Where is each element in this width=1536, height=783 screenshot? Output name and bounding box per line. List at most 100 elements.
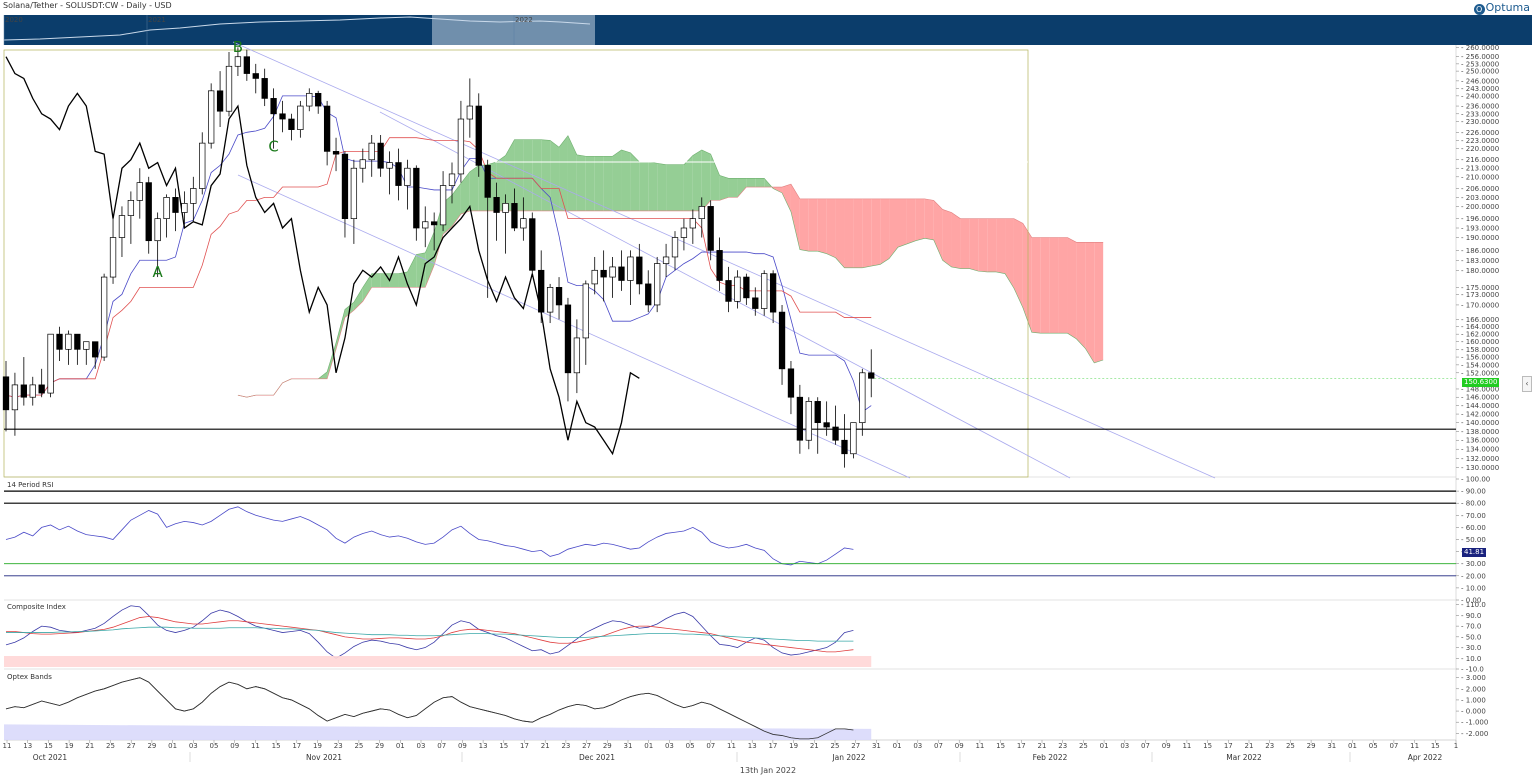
bearish-cloud-segment bbox=[1013, 218, 1023, 308]
x-axis-day-label: 07 bbox=[1141, 742, 1150, 750]
candle-body-down bbox=[279, 113, 286, 120]
x-axis-day-label: 25 bbox=[106, 742, 115, 750]
x-axis-day-label: 23 bbox=[334, 742, 343, 750]
x-axis-month-label: Dec 2021 bbox=[579, 753, 615, 762]
candle-body-down bbox=[216, 90, 224, 112]
bullish-cloud-segment bbox=[380, 273, 390, 288]
x-axis-day-label: 27 bbox=[582, 742, 591, 750]
x-axis-day-label: 15 bbox=[272, 742, 281, 750]
candle-body-up bbox=[698, 206, 705, 220]
candle-body-up bbox=[591, 269, 598, 285]
x-axis-day-label: 07 bbox=[1389, 742, 1398, 750]
pane-axis-label: - -2.000 bbox=[1461, 730, 1488, 738]
bearish-cloud-segment bbox=[1005, 218, 1014, 289]
price-axis-label: - 200.0000 bbox=[1461, 203, 1499, 211]
bullish-cloud-segment bbox=[692, 149, 702, 211]
candle-body-up bbox=[83, 341, 90, 350]
x-axis-day-label: 17 bbox=[520, 742, 529, 750]
x-axis-day-label: 21 bbox=[541, 742, 550, 750]
bullish-cloud-segment bbox=[362, 273, 372, 302]
candles bbox=[2, 47, 875, 468]
pane-axis-label: - 60.00 bbox=[1461, 524, 1486, 532]
candle-body-down bbox=[145, 182, 152, 242]
candle-body-up bbox=[163, 197, 170, 220]
x-axis-day-label: 21 bbox=[810, 742, 819, 750]
bearish-cloud-segment bbox=[915, 198, 925, 241]
candle-body-up bbox=[573, 337, 581, 374]
candle-body-down bbox=[868, 372, 875, 379]
candle-body-down bbox=[341, 153, 349, 220]
x-axis-day-label: 29 bbox=[1307, 742, 1316, 750]
x-axis-day-label: 29 bbox=[147, 742, 156, 750]
pane-axis-label: - 80.00 bbox=[1461, 500, 1486, 508]
price-axis-label: - 130.0000 bbox=[1461, 464, 1499, 472]
bearish-cloud-segment bbox=[1040, 237, 1050, 334]
pane-axis-label: - 100.00 bbox=[1461, 476, 1490, 484]
bullish-cloud-segment bbox=[675, 164, 684, 211]
chart-canvas[interactable]: 2020 2021 2022- 260.0000- 256.0000- 253.00… bbox=[0, 0, 1536, 783]
price-axis-label: - 240.0000 bbox=[1461, 92, 1499, 100]
candle-body-down bbox=[20, 384, 27, 398]
candle-body-up bbox=[582, 283, 589, 339]
x-axis-day-label: 31 bbox=[1327, 742, 1336, 750]
candle-body-up bbox=[297, 105, 304, 130]
candle-body-up bbox=[627, 256, 634, 281]
candle-body-down bbox=[814, 401, 821, 424]
price-axis-label: - 216.0000 bbox=[1461, 156, 1499, 164]
x-axis-day-label: 13 bbox=[748, 742, 757, 750]
x-axis-day-label: 21 bbox=[1245, 742, 1254, 750]
price-axis-label: - 260.0000 bbox=[1461, 44, 1499, 52]
candle-body-down bbox=[529, 218, 536, 271]
x-axis-day-label: 13 bbox=[23, 742, 32, 750]
candle-body-down bbox=[332, 151, 340, 155]
bearish-cloud-segment bbox=[942, 209, 952, 267]
candle-body-up bbox=[448, 173, 456, 186]
rsi-line bbox=[5, 506, 854, 566]
composite-index-line bbox=[5, 605, 854, 659]
x-axis-day-label: 19 bbox=[789, 742, 798, 750]
pane-axis-label: - 0.000 bbox=[1461, 708, 1486, 716]
candle-body-up bbox=[662, 256, 670, 264]
x-axis-day-label: 03 bbox=[1120, 742, 1129, 750]
x-axis-day-label: 11 bbox=[251, 742, 260, 750]
bullish-cloud-segment bbox=[639, 161, 649, 211]
candle-body-down bbox=[752, 297, 759, 309]
x-axis-day-label: 31 bbox=[624, 742, 633, 750]
x-axis-month-label: Mar 2022 bbox=[1226, 753, 1262, 762]
bearish-cloud-segment bbox=[1076, 242, 1086, 349]
bearish-cloud-segment bbox=[782, 184, 791, 212]
bullish-cloud-segment bbox=[612, 149, 622, 211]
bullish-cloud-segment bbox=[576, 154, 586, 211]
candle-body-down bbox=[600, 269, 607, 278]
price-axis-label: - 132.0000 bbox=[1461, 455, 1499, 463]
x-axis-day-label: 01 bbox=[1348, 742, 1357, 750]
bearish-cloud-segment bbox=[826, 198, 836, 258]
bullish-cloud-segment bbox=[353, 287, 363, 311]
x-axis-month-label: Jan 2022 bbox=[831, 753, 865, 762]
x-axis-day-label: 01 bbox=[396, 742, 405, 750]
x-axis-month-label: Nov 2021 bbox=[306, 753, 342, 762]
x-axis-day-label: 11 bbox=[1182, 742, 1191, 750]
bearish-cloud-segment bbox=[996, 218, 1006, 274]
collapse-panel-button[interactable]: ‹ bbox=[1522, 376, 1532, 392]
candle-body-up bbox=[109, 237, 117, 278]
optex-band bbox=[4, 724, 872, 740]
candle-body-down bbox=[431, 221, 438, 226]
candle-body-up bbox=[680, 227, 688, 238]
x-axis-day-label: 13 bbox=[479, 742, 488, 750]
price-axis-label: - 250.0000 bbox=[1461, 68, 1499, 76]
wave-label-A: A bbox=[153, 263, 164, 281]
bullish-cloud-segment bbox=[559, 135, 568, 211]
candle-body-up bbox=[671, 237, 679, 258]
candle-body-down bbox=[778, 311, 786, 370]
candle-body-up bbox=[127, 200, 135, 216]
composite-fast-average-line bbox=[6, 616, 854, 653]
x-axis-day-label: 03 bbox=[189, 742, 198, 750]
price-axis-label: - 140.0000 bbox=[1461, 419, 1499, 427]
bearish-cloud-segment bbox=[1049, 237, 1059, 334]
candle-body-up bbox=[422, 221, 429, 229]
x-axis-day-label: 25 bbox=[354, 742, 363, 750]
rsi-pane-label: 14 Period RSI bbox=[7, 481, 54, 489]
candle-body-down bbox=[645, 283, 652, 306]
x-axis-month-label: Feb 2022 bbox=[1033, 753, 1068, 762]
